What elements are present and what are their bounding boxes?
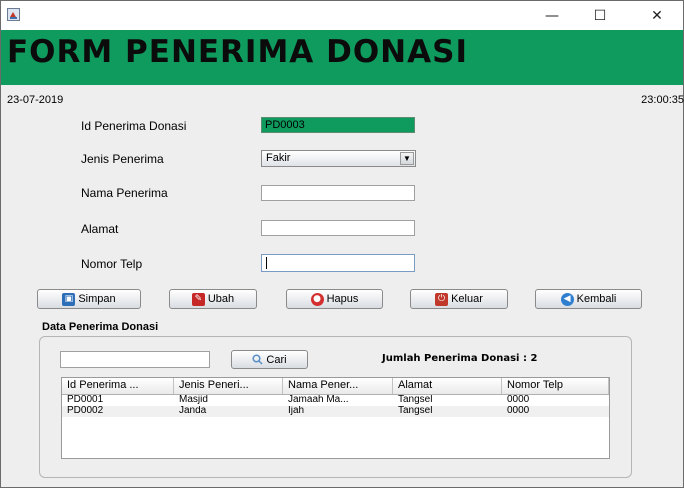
column-header[interactable]: Jenis Peneri...	[174, 378, 283, 394]
search-icon	[252, 354, 263, 365]
keluar-button[interactable]: ⏻ Keluar	[410, 289, 508, 309]
maximize-button[interactable]: ☐	[577, 1, 623, 30]
edit-icon: ✎	[191, 292, 205, 306]
title-bar: — ☐ ✕	[1, 1, 683, 30]
telp-field[interactable]	[261, 254, 415, 272]
keluar-label: Keluar	[451, 293, 483, 305]
table-cell: Tangsel	[398, 395, 433, 405]
table-cell: Janda	[179, 406, 207, 416]
kembali-label: Kembali	[576, 293, 617, 305]
hapus-button[interactable]: ● Hapus	[286, 289, 383, 309]
nama-field[interactable]	[261, 185, 415, 201]
table-cell: Jamaah Ma...	[288, 395, 349, 405]
column-header[interactable]: Nomor Telp	[502, 378, 609, 394]
table-cell: Ijah	[288, 406, 305, 416]
cari-button[interactable]: Cari	[231, 350, 308, 369]
data-table[interactable]: Id Penerima ... Jenis Peneri... Nama Pen…	[61, 377, 610, 459]
time-label: 23:00:35	[641, 94, 684, 106]
table-row[interactable]: PD0001 Masjid Jamaah Ma... Tangsel 0000	[62, 395, 609, 406]
chevron-down-icon[interactable]: ▼	[400, 152, 414, 165]
page-title: FORM PENERIMA DONASI	[7, 34, 468, 70]
table-cell: PD0001	[67, 395, 104, 405]
data-section-title: Data Penerima Donasi	[42, 321, 159, 333]
exit-icon: ⏻	[435, 292, 449, 306]
ubah-label: Ubah	[207, 293, 235, 305]
header-banner: FORM PENERIMA DONASI	[1, 30, 683, 85]
column-header[interactable]: Nama Pener...	[283, 378, 393, 394]
text-caret	[266, 257, 267, 269]
java-app-icon	[7, 8, 20, 21]
table-cell: PD0002	[67, 406, 104, 416]
column-header[interactable]: Alamat	[393, 378, 502, 394]
table-cell: Masjid	[179, 395, 208, 405]
kembali-button[interactable]: ◀ Kembali	[535, 289, 642, 309]
date-label: 23-07-2019	[7, 94, 64, 106]
id-field[interactable]: PD0003	[261, 117, 415, 133]
column-header[interactable]: Id Penerima ...	[62, 378, 174, 394]
jenis-dropdown[interactable]: Fakir ▼	[261, 150, 416, 167]
nama-label: Nama Penerima	[81, 186, 168, 200]
table-cell: 0000	[507, 395, 530, 405]
jenis-label: Jenis Penerima	[81, 152, 164, 166]
ubah-button[interactable]: ✎ Ubah	[169, 289, 257, 309]
simpan-label: Simpan	[78, 293, 116, 305]
jenis-selected-value: Fakir	[266, 152, 291, 164]
table-header: Id Penerima ... Jenis Peneri... Nama Pen…	[62, 378, 609, 395]
jumlah-label: Jumlah Penerima Donasi : 2	[382, 353, 538, 364]
table-cell: Tangsel	[398, 406, 433, 416]
search-input[interactable]	[60, 351, 210, 368]
table-row[interactable]: PD0002 Janda Ijah Tangsel 0000	[62, 406, 609, 417]
alamat-field[interactable]	[261, 220, 415, 236]
alamat-label: Alamat	[81, 222, 119, 236]
back-arrow-icon: ◀	[560, 292, 574, 306]
close-button[interactable]: ✕	[634, 1, 680, 30]
hapus-label: Hapus	[326, 293, 359, 305]
simpan-button[interactable]: ▣ Simpan	[37, 289, 141, 309]
table-cell: 0000	[507, 406, 530, 416]
save-icon: ▣	[62, 292, 76, 306]
id-label: Id Penerima Donasi	[81, 119, 187, 133]
telp-label: Nomor Telp	[81, 257, 143, 271]
delete-icon: ●	[310, 292, 324, 306]
cari-label: Cari	[266, 353, 287, 366]
minimize-button[interactable]: —	[529, 1, 575, 30]
